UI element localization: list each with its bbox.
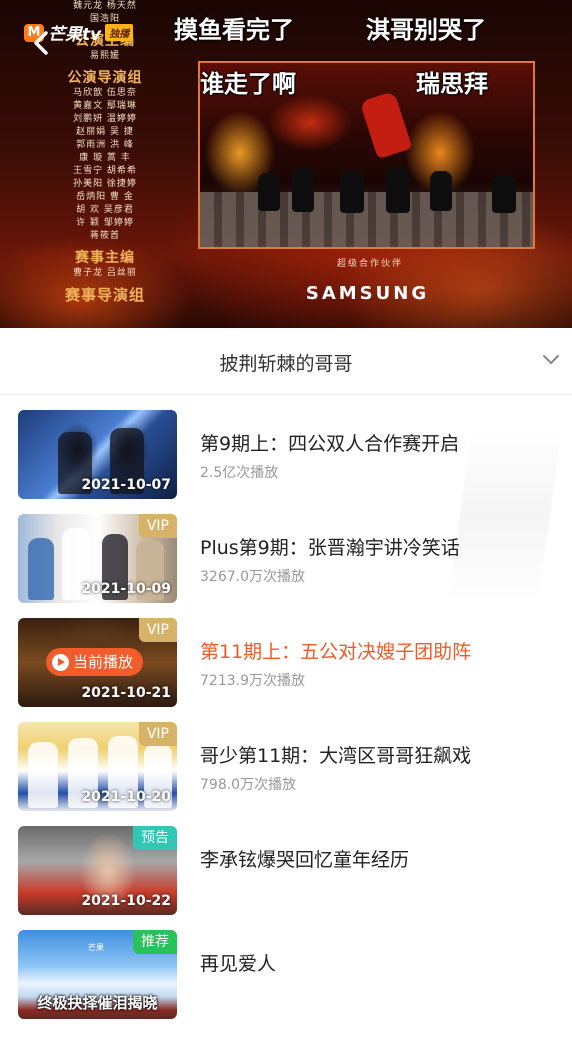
series-header[interactable]: 披荆斩棘的哥哥 xyxy=(0,328,572,395)
credit-names: 刘鹏妍 温婷婷 xyxy=(73,114,137,124)
episode-thumbnail: 2021-10-07 xyxy=(18,410,177,499)
danmaku-comment: 淇哥别哭了 xyxy=(366,16,486,44)
credit-names: 康 璇 蒿 丰 xyxy=(79,153,131,163)
episode-date: 2021-10-07 xyxy=(81,477,171,493)
credit-names: 赵丽娟 吴 捷 xyxy=(76,127,134,137)
episode-item[interactable]: 芒果 推荐 终极抉择催泪揭晓 再见爱人 xyxy=(0,930,572,1020)
performer xyxy=(340,171,364,213)
jumping-performer xyxy=(359,90,413,160)
episode-thumbnail: VIP 当前播放 2021-10-21 xyxy=(18,618,177,707)
episode-thumbnail: 预告 2021-10-22 xyxy=(18,826,177,915)
episode-item[interactable]: 预告 2021-10-22 李承铉爆哭回忆童年经历 xyxy=(0,826,572,916)
episode-item[interactable]: VIP 2021-10-09 Plus第9期：张晋瀚宇讲冷笑话 3267.0万次… xyxy=(0,514,572,604)
performer xyxy=(386,167,410,213)
thumbnail-caption: 终极抉择催泪揭晓 xyxy=(37,994,158,1012)
chevron-down-icon[interactable] xyxy=(540,348,562,370)
danmaku-comment: 谁走了啊 xyxy=(200,70,296,98)
episode-title: 再见爱人 xyxy=(200,953,277,975)
performer xyxy=(492,175,516,213)
episode-thumbnail: VIP 2021-10-09 xyxy=(18,514,177,603)
credit-names: 许 颖 邹婷婷 xyxy=(76,218,134,228)
back-button[interactable] xyxy=(30,30,52,56)
credit-names: 马欣歆 伍思奈 xyxy=(73,88,137,98)
danmaku-comment: 摸鱼看完了 xyxy=(174,16,294,44)
sponsor-logo: SAMSUNG xyxy=(305,283,430,304)
performer xyxy=(430,171,452,211)
performer-figure xyxy=(28,538,54,600)
now-playing-label: 当前播放 xyxy=(73,653,134,671)
credit-section-title: 公演导演组 xyxy=(67,70,143,86)
danmaku-comment: 瑞思拜 xyxy=(416,70,488,98)
episode-play-count: 7213.9万次播放 xyxy=(200,673,305,689)
episode-title: 哥少第11期：大湾区哥哥狂飙戏 xyxy=(200,745,472,767)
episode-title: 李承铉爆哭回忆童年经历 xyxy=(200,849,410,871)
credit-names: 岳炳阳 曹 金 xyxy=(76,192,134,202)
episode-date: 2021-10-22 xyxy=(81,893,171,909)
vip-badge: VIP xyxy=(138,514,177,538)
vip-badge: VIP xyxy=(138,722,177,746)
video-player[interactable]: 魏元龙 杨天然 国浩阳 公演主编 易熙媛 公演导演组 马欣歆 伍思奈 黄嘉文 鄢… xyxy=(0,0,572,328)
thumbnail-brand: 芒果 xyxy=(88,943,104,952)
episode-item[interactable]: VIP 2021-10-20 哥少第11期：大湾区哥哥狂飙戏 798.0万次播放 xyxy=(0,722,572,812)
episode-item[interactable]: 2021-10-07 第9期上：四公双人合作赛开启 2.5亿次播放 xyxy=(0,410,572,500)
stage-floor xyxy=(200,192,533,247)
credit-names: 魏元龙 杨天然 xyxy=(73,1,137,11)
credit-names: 王雪宁 胡希希 xyxy=(73,166,137,176)
credit-names: 黄嘉文 鄢瑞琳 xyxy=(73,101,137,111)
episode-date: 2021-10-09 xyxy=(81,581,171,597)
credit-names: 易熙媛 xyxy=(89,51,120,61)
performer xyxy=(258,173,280,211)
performer-figure xyxy=(28,742,58,808)
episode-thumbnail: VIP 2021-10-20 xyxy=(18,722,177,811)
credits-roll: 魏元龙 杨天然 国浩阳 公演主编 易熙媛 公演导演组 马欣歆 伍思奈 黄嘉文 鄢… xyxy=(40,0,170,328)
chevron-left-icon xyxy=(34,31,48,55)
performer xyxy=(292,168,314,212)
preview-badge: 预告 xyxy=(133,826,177,850)
episode-title: 第11期上：五公对决嫂子团助阵 xyxy=(200,641,472,663)
now-playing-indicator: 当前播放 xyxy=(46,648,144,676)
credit-names: 胡 欢 吴彦君 xyxy=(76,205,134,215)
play-icon xyxy=(52,653,69,671)
credit-names: 郭雨洲 洪 峰 xyxy=(76,140,134,150)
episode-play-count: 3267.0万次播放 xyxy=(200,569,305,585)
credit-names: 孙美阳 徐捷婷 xyxy=(73,179,137,189)
credit-names: 蒋筱首 xyxy=(89,231,120,241)
episode-date: 2021-10-21 xyxy=(81,685,171,701)
credit-names: 曹子龙 吕丝丽 xyxy=(73,268,137,278)
episode-play-count: 798.0万次播放 xyxy=(200,777,297,793)
credit-section-title: 赛事导演组 xyxy=(64,286,145,304)
vip-badge: VIP xyxy=(138,618,177,642)
recommend-badge: 推荐 xyxy=(133,930,177,954)
credit-section-title: 赛事主编 xyxy=(75,250,135,266)
episode-title: 第9期上：四公双人合作赛开启 xyxy=(200,433,460,455)
episode-title: Plus第9期：张晋瀚宇讲冷笑话 xyxy=(200,537,460,559)
logo-brand: 芒果tv xyxy=(48,25,102,45)
episode-thumbnail: 芒果 推荐 终极抉择催泪揭晓 xyxy=(18,930,177,1019)
episode-item-active[interactable]: VIP 当前播放 2021-10-21 第11期上：五公对决嫂子团助阵 7213… xyxy=(0,618,572,708)
episode-play-count: 2.5亿次播放 xyxy=(200,465,279,481)
logo-exclusive-tag: 独播 xyxy=(105,24,134,41)
sponsor-caption: 超级合作伙伴 xyxy=(336,259,403,269)
series-title: 披荆斩棘的哥哥 xyxy=(219,353,353,375)
episode-date: 2021-10-20 xyxy=(81,789,171,805)
